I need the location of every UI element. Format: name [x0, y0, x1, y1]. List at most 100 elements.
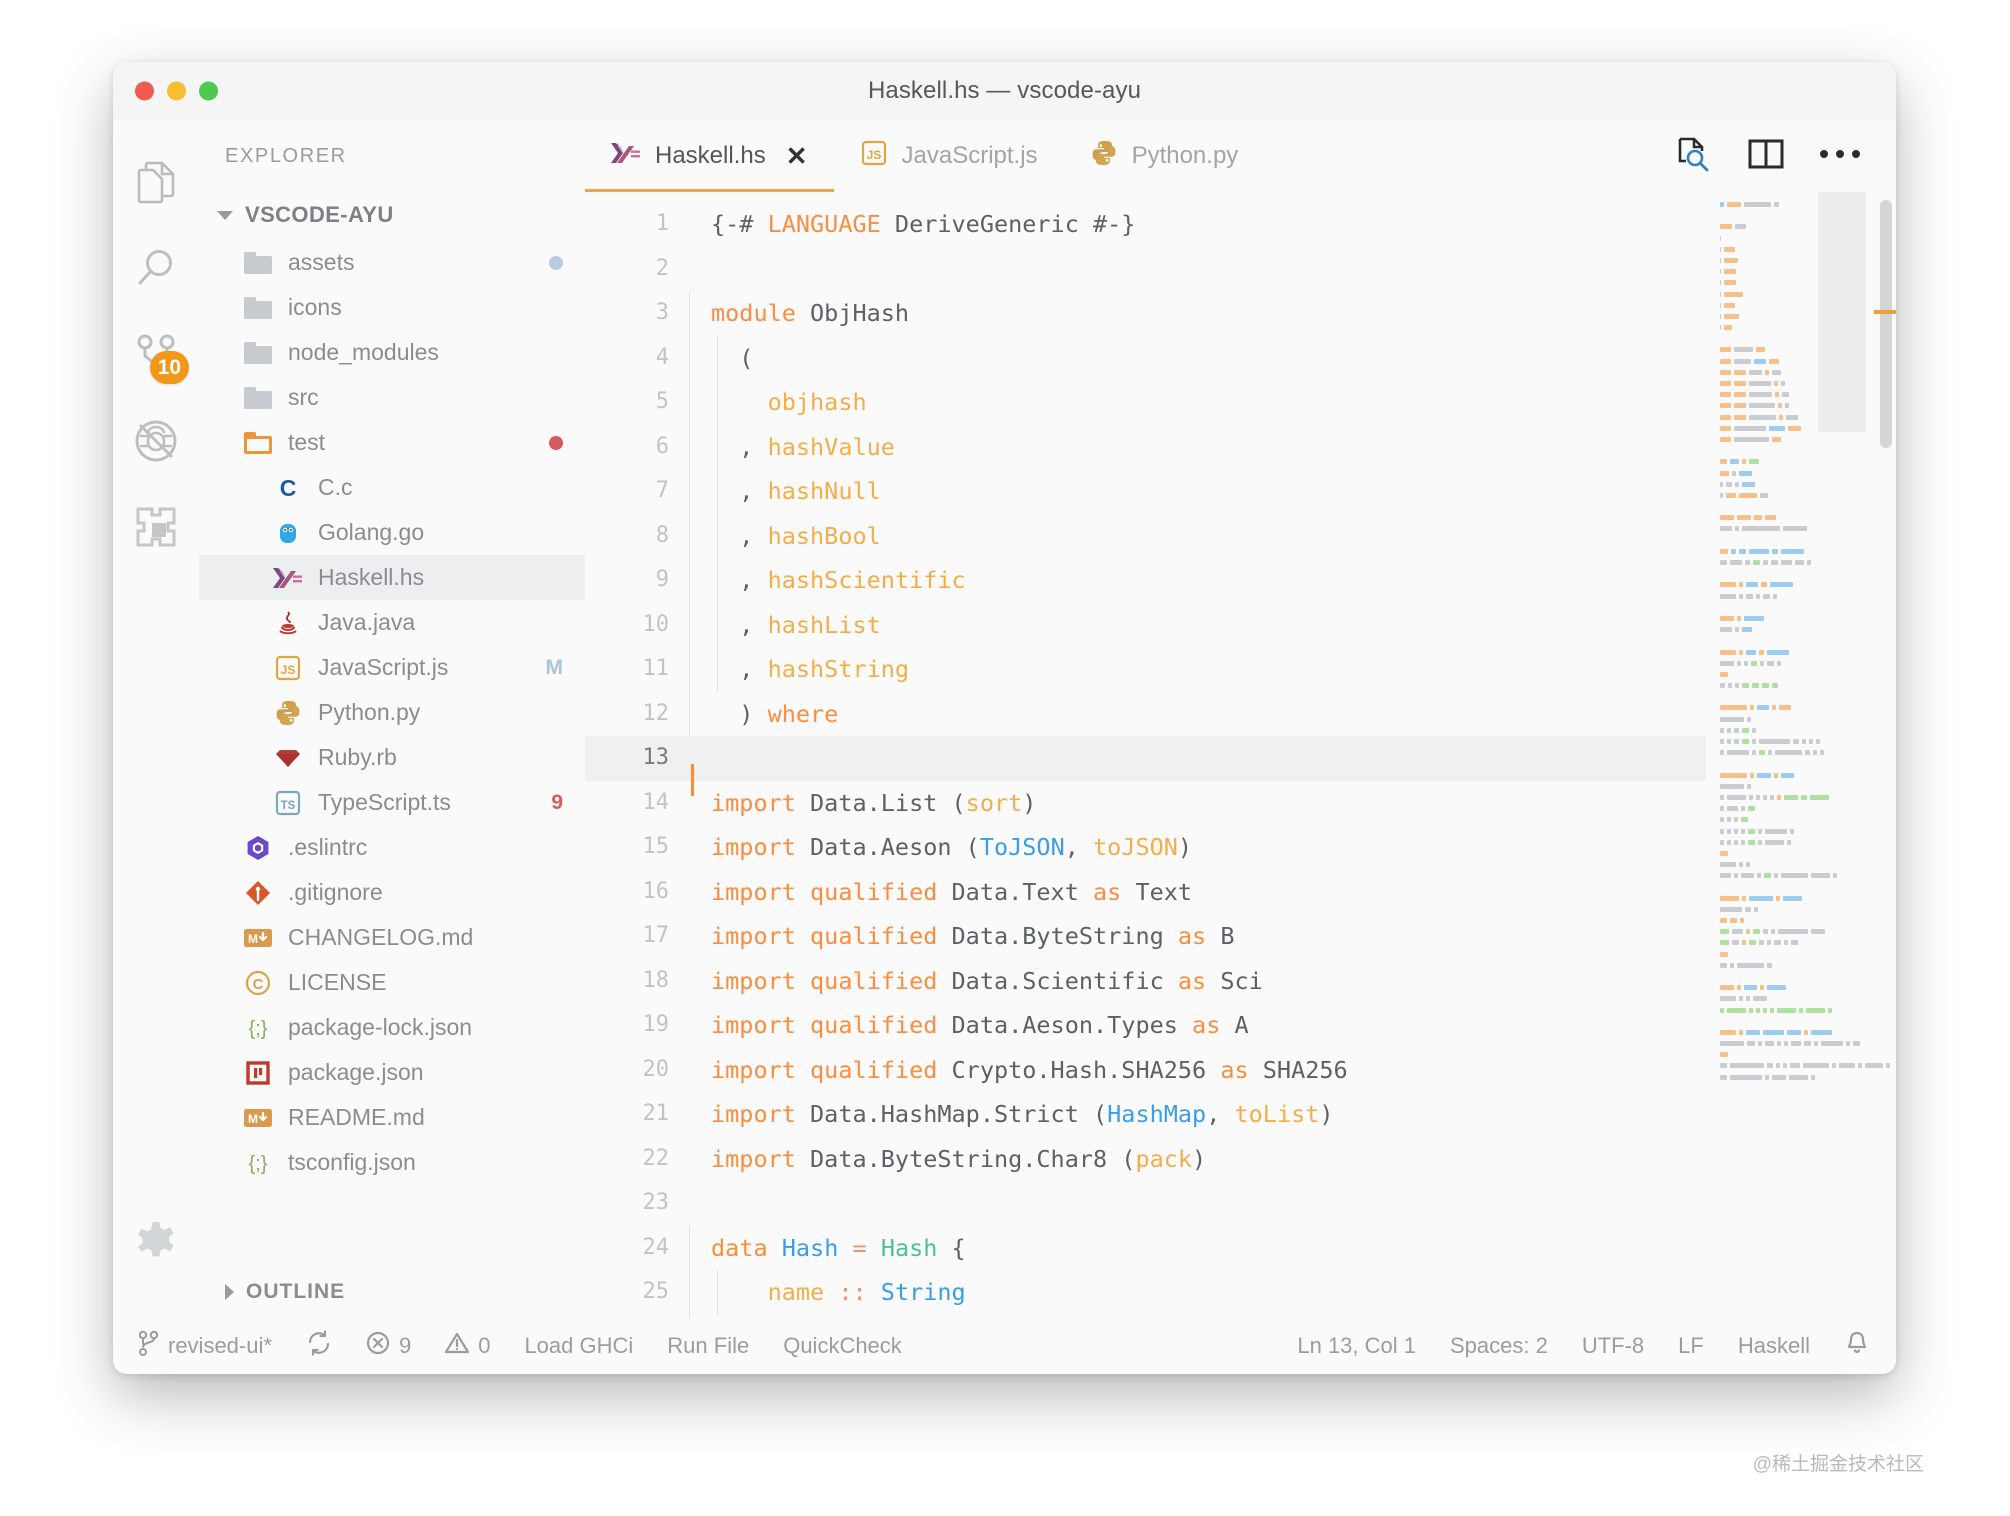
minimap-segment — [1720, 1063, 1727, 1069]
ellipsis-icon[interactable] — [1818, 147, 1862, 166]
explorer-root-folder[interactable]: VSCODE-AYU — [199, 192, 585, 238]
minimap-segment — [1727, 1007, 1746, 1013]
file-tree-item[interactable]: Python.py — [199, 690, 585, 735]
minimap-segment — [1741, 817, 1748, 823]
search-file-icon[interactable] — [1674, 135, 1714, 178]
file-tree-item[interactable]: Golang.go — [199, 510, 585, 555]
file-tree-item[interactable]: M CHANGELOG.md — [199, 915, 585, 960]
editor-tab[interactable]: Haskell.hs ✕ — [585, 120, 834, 192]
warning-icon — [445, 1331, 470, 1361]
minimap-line — [1720, 435, 1890, 444]
file-tree-item-label: icons — [288, 294, 342, 320]
file-tree-item[interactable]: Java.java — [199, 600, 585, 645]
file-tree-item[interactable]: TS TypeScript.ts 9 — [199, 780, 585, 825]
minimap-segment — [1733, 358, 1752, 364]
minimap-segment — [1720, 683, 1726, 689]
debug-disabled-icon — [133, 418, 179, 464]
minimap-segment — [1720, 202, 1725, 207]
code-line-text: import Data.HashMap.Strict (HashMap, toL… — [691, 1092, 1334, 1137]
activity-item-run-and-debug[interactable] — [113, 398, 199, 484]
file-tree-item[interactable]: node_modules — [199, 330, 585, 375]
minimap-segment — [1755, 794, 1761, 800]
status-notifications[interactable] — [1827, 1330, 1870, 1362]
code-token: DeriveGeneric #-} — [880, 210, 1136, 238]
activity-item-source-control[interactable]: 10 — [113, 312, 199, 398]
editor-tab[interactable]: JS JavaScript.js — [834, 120, 1064, 192]
minimap-segment — [1735, 627, 1740, 633]
status-run-file[interactable]: Run File — [650, 1333, 766, 1359]
code-editor[interactable]: 1 {-# LANGUAGE DeriveGeneric #-} 2 3 module … — [585, 192, 1706, 1318]
minimap-segment — [1720, 1029, 1737, 1035]
status-errors[interactable]: 9 — [349, 1331, 428, 1361]
code-token: as — [1192, 1011, 1221, 1039]
minimap-segment — [1732, 940, 1740, 946]
split-editor-icon[interactable] — [1748, 138, 1784, 175]
code-token: ToJSON — [979, 833, 1065, 861]
status-cursor-position[interactable]: Ln 13, Col 1 — [1280, 1333, 1433, 1359]
minimap-segment — [1772, 705, 1777, 711]
status-language-mode[interactable]: Haskell — [1721, 1333, 1827, 1359]
minimap-segment — [1740, 873, 1755, 879]
minimap-segment — [1805, 750, 1810, 756]
status-warnings[interactable]: 0 — [428, 1331, 507, 1361]
minimap[interactable] — [1706, 192, 1896, 1318]
status-indentation[interactable]: Spaces: 2 — [1433, 1333, 1565, 1359]
file-tree-item[interactable]: Haskell.hs — [199, 555, 585, 600]
code-line: 12 ) where — [585, 692, 1706, 737]
status-load-ghci[interactable]: Load GHCi — [507, 1333, 650, 1359]
minimap-segment — [1720, 548, 1729, 554]
file-tree-item[interactable]: C LICENSE — [199, 960, 585, 1005]
file-tree-item[interactable]: src — [199, 375, 585, 420]
file-tree-item[interactable]: package.json — [199, 1050, 585, 1095]
file-tree-item[interactable]: {;} package-lock.json — [199, 1005, 585, 1050]
minimap-slider[interactable] — [1818, 192, 1866, 432]
status-sync[interactable] — [289, 1330, 349, 1362]
file-tree-item[interactable]: M README.md — [199, 1095, 585, 1140]
editor-tab-actions — [1674, 120, 1896, 192]
file-tree-item[interactable]: Ruby.rb — [199, 735, 585, 780]
close-window-button[interactable] — [135, 81, 154, 101]
activity-item-manage-settings[interactable] — [113, 1198, 199, 1318]
status-quickcheck[interactable]: QuickCheck — [766, 1333, 919, 1359]
sidebar-explorer: EXPLORER VSCODE-AYU assets icons node_modu… — [199, 120, 585, 1318]
close-icon[interactable]: ✕ — [786, 143, 808, 169]
file-tree-item[interactable]: {;} tsconfig.json — [199, 1140, 585, 1185]
activity-item-search[interactable] — [113, 226, 199, 312]
file-tree-item[interactable]: JS JavaScript.js M — [199, 645, 585, 690]
status-branch[interactable]: revised-ui* — [138, 1330, 289, 1362]
editor-tab[interactable]: Python.py — [1064, 120, 1265, 192]
minimap-segment — [1786, 839, 1791, 845]
file-tree-item-badge: 9 — [551, 790, 563, 814]
minimap-line — [1720, 759, 1890, 768]
minimap-line — [1720, 1006, 1890, 1015]
minimap-segment — [1739, 492, 1758, 498]
line-number: 7 — [655, 478, 669, 503]
status-encoding[interactable]: UTF-8 — [1565, 1333, 1661, 1359]
file-tree-item[interactable]: test — [199, 420, 585, 465]
minimap-segment — [1803, 1029, 1808, 1035]
activity-item-extensions[interactable] — [113, 484, 199, 570]
maximize-window-button[interactable] — [199, 81, 218, 101]
minimap-segment — [1754, 515, 1763, 521]
file-tree-item[interactable]: assets — [199, 240, 585, 285]
file-tree-item[interactable]: .gitignore — [199, 870, 585, 915]
minimap-segment — [1788, 1074, 1808, 1080]
code-token: , — [711, 477, 768, 505]
minimize-window-button[interactable] — [167, 81, 186, 101]
editor-scrollbar[interactable] — [1880, 200, 1892, 448]
file-tree-item[interactable]: .eslintrc — [199, 825, 585, 870]
outline-section-header[interactable]: OUTLINE — [199, 1266, 585, 1318]
minimap-segment — [1733, 414, 1746, 420]
indent-guide — [717, 1270, 718, 1315]
java-file-icon — [279, 610, 297, 634]
file-tree-item[interactable]: icons — [199, 285, 585, 330]
code-line-text: , age :: Double — [691, 1315, 966, 1319]
activity-item-explorer[interactable] — [113, 140, 199, 226]
file-tree-item[interactable]: C C.c — [199, 465, 585, 510]
line-number: 24 — [642, 1234, 670, 1260]
minimap-segment — [1739, 1029, 1744, 1035]
status-eol[interactable]: LF — [1661, 1333, 1721, 1359]
